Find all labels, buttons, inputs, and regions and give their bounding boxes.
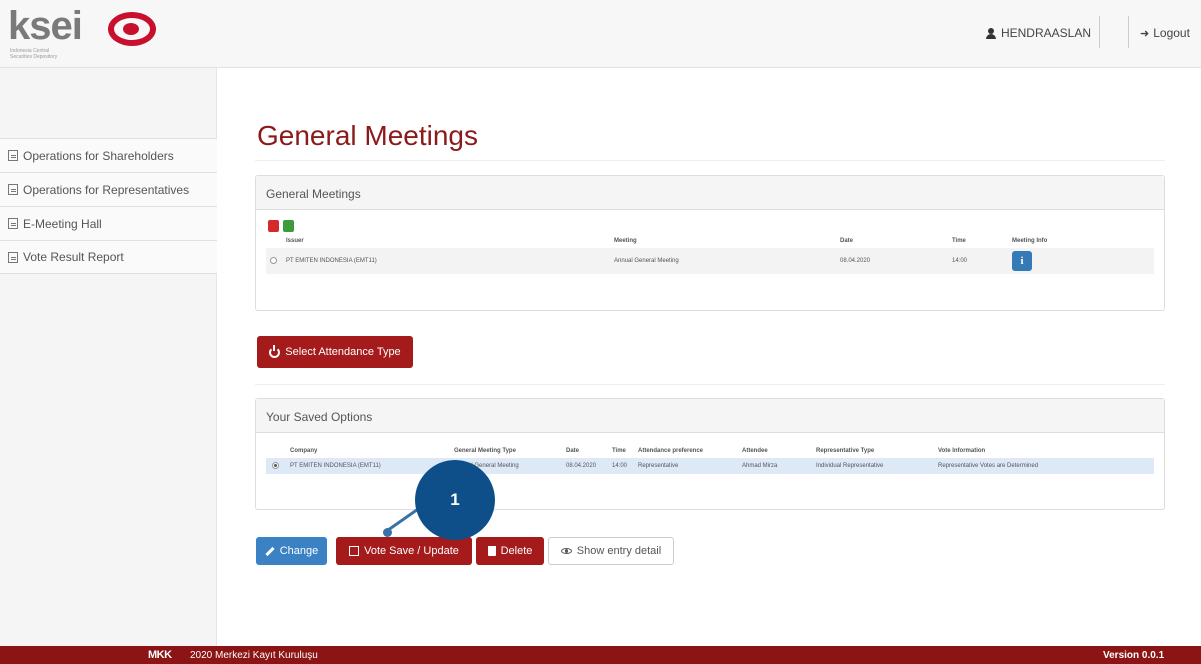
pdf-export-icon[interactable]	[268, 220, 279, 232]
sidebar-item-operations-representatives[interactable]: Operations for Representatives	[0, 172, 217, 206]
eye-icon	[560, 548, 572, 554]
document-edit-icon	[8, 184, 18, 195]
sidebar-item-label: Vote Result Report	[23, 250, 124, 264]
pencil-icon	[265, 546, 275, 556]
vote-save-update-button[interactable]: Vote Save / Update	[336, 537, 472, 565]
general-meetings-panel: General Meetings Issuer Meeting Date Tim…	[255, 175, 1165, 311]
header-divider	[1128, 16, 1129, 48]
attendance-cell: Representative	[638, 463, 679, 469]
sidebar-item-e-meeting-hall[interactable]: E-Meeting Hall	[0, 206, 217, 240]
logo-text: ksei	[8, 4, 83, 48]
column-header: Date	[566, 448, 580, 454]
sidebar-item-operations-shareholders[interactable]: Operations for Shareholders	[0, 138, 217, 172]
meeting-cell: Annual General Meeting	[614, 258, 679, 264]
table-header-row: Company General Meeting Type Date Time A…	[266, 444, 1154, 458]
column-header: Meeting	[614, 238, 637, 244]
user-icon	[985, 27, 996, 39]
attendee-cell: Ahmad Mirza	[742, 463, 778, 469]
column-header: Company	[290, 448, 318, 454]
logout-label: Logout	[1153, 26, 1190, 40]
column-header: Attendee	[742, 448, 768, 454]
footer-version: Version 0.0.1	[1103, 650, 1165, 661]
panel-title: Your Saved Options	[256, 399, 1164, 433]
column-header: Time	[612, 448, 626, 454]
callout-step-badge: 1	[415, 460, 495, 540]
logo-mark-icon	[108, 12, 156, 46]
page: ksei Indonesia Central Securities Deposi…	[0, 0, 1201, 664]
mkk-logo: MKK	[148, 649, 172, 661]
select-attendance-type-button[interactable]: Select Attendance Type	[257, 336, 413, 368]
sidebar-item-vote-result-report[interactable]: Vote Result Report	[0, 240, 217, 274]
button-label: Show entry detail	[576, 545, 662, 557]
header-divider	[1099, 16, 1100, 48]
rep-type-cell: Individual Representative	[816, 463, 884, 469]
excel-export-icon[interactable]	[283, 220, 294, 232]
username: HENDRAASLAN	[1000, 26, 1091, 40]
logout-icon: ➜	[1140, 27, 1150, 40]
button-label: Vote Save / Update	[364, 545, 459, 557]
row-select-radio[interactable]	[270, 256, 277, 264]
table-row[interactable]: PT EMITEN INDONESIA (EMT11) Annual Gener…	[266, 248, 1154, 274]
sidebar: Operations for Shareholders Operations f…	[0, 68, 217, 646]
show-entry-detail-button[interactable]: Show entry detail	[548, 537, 674, 565]
sidebar-item-label: Operations for Representatives	[23, 182, 190, 197]
button-label: Select Attendance Type	[285, 346, 401, 358]
main-content: General Meetings General Meetings Issuer…	[218, 68, 1201, 646]
divider	[255, 160, 1165, 161]
column-header: General Meeting Type	[454, 448, 516, 454]
button-label: Change	[279, 545, 319, 557]
ksei-logo[interactable]: ksei Indonesia Central Securities Deposi…	[8, 4, 168, 64]
page-title: General Meetings	[257, 120, 479, 151]
saved-options-panel: Your Saved Options Company General Meeti…	[255, 398, 1165, 510]
column-header: Issuer	[286, 238, 304, 244]
date-cell: 08.04.2020	[840, 258, 871, 264]
logout-button[interactable]: ➜ Logout	[1140, 26, 1190, 40]
date-cell: 08.04.2020	[566, 463, 597, 469]
sidebar-item-label: E-Meeting Hall	[23, 216, 102, 231]
time-cell: 14:00	[612, 463, 628, 469]
footer: MKK 2020 Merkezi Kayıt Kuruluşu Version …	[0, 646, 1201, 664]
meeting-info-button[interactable]: i	[1012, 251, 1032, 271]
column-header: Representative Type	[816, 448, 875, 454]
callout-pointer-dot	[383, 528, 392, 537]
vote-info-cell: Representative Votes are Determined	[938, 463, 1039, 469]
sidebar-item-label: Operations for Shareholders	[23, 148, 174, 163]
row-select-radio[interactable]	[272, 461, 279, 469]
power-icon	[269, 344, 281, 358]
meetings-table: Issuer Meeting Date Time Meeting Info PT…	[266, 234, 1154, 274]
info-icon: i	[1020, 255, 1024, 267]
trash-icon	[487, 546, 496, 556]
export-toolbar	[268, 220, 294, 232]
column-header: Time	[952, 238, 966, 244]
delete-button[interactable]: Delete	[476, 537, 544, 565]
column-header: Attendance preference	[638, 448, 704, 454]
issuer-cell: PT EMITEN INDONESIA (EMT11)	[286, 258, 377, 264]
top-header: ksei Indonesia Central Securities Deposi…	[0, 0, 1201, 68]
footer-copyright: 2020 Merkezi Kayıt Kuruluşu	[190, 650, 318, 661]
document-edit-icon	[8, 150, 18, 161]
column-header: Vote Information	[938, 448, 986, 454]
change-button[interactable]: Change	[256, 537, 327, 565]
column-header: Meeting Info	[1012, 238, 1048, 244]
saved-options-table: Company General Meeting Type Date Time A…	[266, 444, 1154, 474]
user-menu[interactable]: HENDRAASLAN	[985, 26, 1091, 40]
button-label: Delete	[500, 545, 533, 557]
table-header-row: Issuer Meeting Date Time Meeting Info	[266, 234, 1154, 248]
time-cell: 14:00	[952, 258, 968, 264]
sidebar-nav: Operations for Shareholders Operations f…	[0, 138, 217, 274]
edit-icon	[349, 546, 360, 556]
logo-subtitle: Indonesia Central Securities Depository	[10, 48, 58, 60]
divider	[255, 384, 1165, 385]
document-edit-icon	[8, 218, 18, 229]
panel-title: General Meetings	[256, 176, 1164, 210]
column-header: Date	[840, 238, 854, 244]
table-row[interactable]: PT EMITEN INDONESIA (EMT11) Annual Gener…	[266, 458, 1154, 474]
document-edit-icon	[8, 251, 18, 263]
